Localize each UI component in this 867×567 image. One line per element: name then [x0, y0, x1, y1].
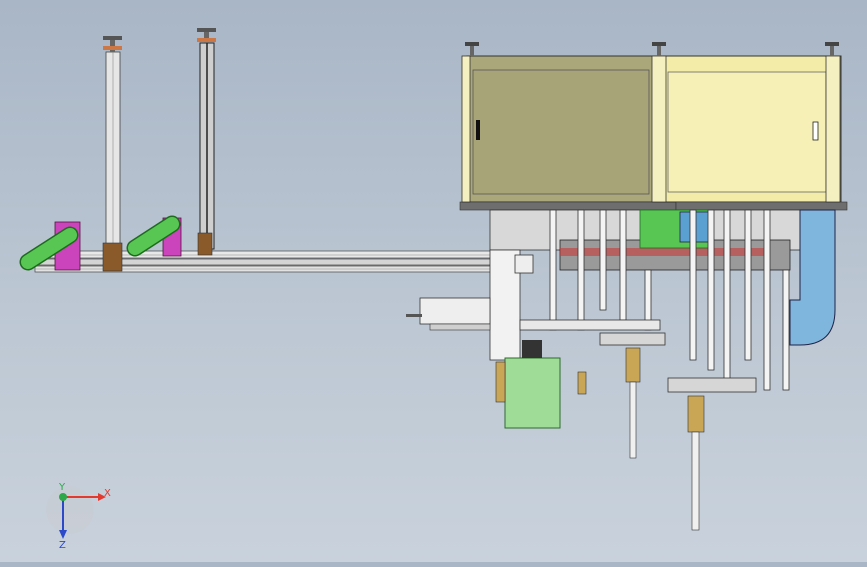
support-post-left: [102, 36, 123, 272]
gripper-cylinder-2: [687, 395, 705, 531]
motor-block: [504, 357, 561, 429]
machine-drawing: X Y Z: [19, 28, 848, 551]
brass-sleeve-left: [495, 361, 506, 403]
cad-viewport[interactable]: X Y Z: [0, 0, 867, 562]
mid-plate-left: [599, 332, 666, 346]
axis-triad: X Y Z: [46, 482, 111, 551]
brass-sleeve-mid: [577, 371, 587, 395]
cabinet-left: [459, 55, 677, 211]
x-axis-label: X: [104, 488, 111, 499]
air-cylinder: [406, 297, 491, 331]
y-axis-label: Y: [58, 482, 66, 493]
mid-plate-upper: [519, 319, 661, 331]
motor-shaft: [522, 340, 542, 358]
cabinet-right: [654, 55, 848, 211]
support-post-right: [197, 28, 216, 256]
z-axis-arrowhead: [59, 530, 67, 539]
y-axis-indicator: [59, 493, 67, 501]
z-axis-label: Z: [59, 540, 66, 551]
gripper-cylinder-1: [625, 347, 641, 459]
leveling-feet: [465, 42, 839, 56]
mid-plate-right: [667, 377, 757, 393]
